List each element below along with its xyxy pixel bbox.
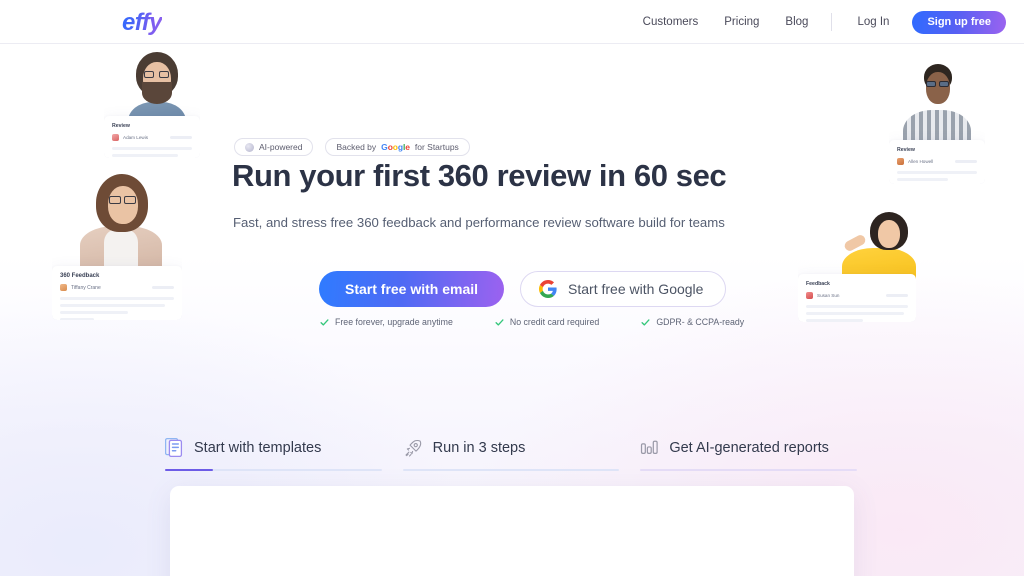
review-card-body-adam: Review Adam Lewis [104,116,200,158]
floating-card-feedback-tiffany: 360 Feedback Tiffany Crane [52,172,182,320]
landing-page: effy Customers Pricing Blog Log In Sign … [0,0,1024,576]
tab-start-with-templates[interactable]: Start with templates [165,437,382,471]
review-card-body-allen: Review Allen Howell [889,140,985,184]
avatar [806,292,813,299]
google-letter-e: e [405,142,410,152]
check-icon [495,318,504,326]
avatar [112,134,119,141]
check-label: No credit card required [509,317,600,327]
card-text-placeholder [60,304,165,307]
badge-ai-label: AI-powered [259,142,303,152]
card-person-name: Susan Sun [817,293,840,298]
card-title: Feedback [806,281,830,287]
site-header: effy Customers Pricing Blog Log In Sign … [0,0,1024,44]
card-text-placeholder [112,147,192,150]
hero-badges: AI-powered Backed by Google for Startups [234,138,470,156]
badge-google-for-startups[interactable]: Backed by Google for Startups [325,138,470,156]
nav-link-blog[interactable]: Blog [772,16,821,28]
card-text-placeholder [60,311,129,314]
feedback-card-body-susan: Feedback Susan Sun [798,274,916,322]
tab-label: Run in 3 steps [432,439,526,456]
card-meta-placeholder [152,286,174,289]
check-icon [320,318,329,326]
check-label: Free forever, upgrade anytime [335,317,453,327]
start-free-with-email-button[interactable]: Start free with email [319,271,505,307]
bar-chart-icon [641,440,659,455]
ai-sparkle-icon [245,142,254,152]
card-text-placeholder [897,171,977,174]
card-text-placeholder [60,297,174,300]
floating-card-review-allen: Review Allen Howell [889,62,985,184]
card-meta-placeholder [886,294,908,297]
card-person-name: Allen Howell [908,159,934,164]
card-title: 360 Feedback [60,273,100,279]
check-item-free-forever: Free forever, upgrade anytime [320,317,453,327]
login-link[interactable]: Log In [844,16,902,28]
avatar [60,284,67,291]
nav-divider [831,13,833,31]
card-person-row: Susan Sun [806,292,908,299]
check-item-gdpr-ccpa: GDPR- & CCPA-ready [641,317,744,327]
tab-progress-track [402,469,620,471]
card-meta-placeholder [955,160,977,163]
card-text-placeholder [806,312,904,315]
page-subtitle: Fast, and stress free 360 feedback and p… [233,215,725,230]
floating-card-feedback-susan: Feedback Susan Sun [798,212,916,322]
signup-free-button[interactable]: Sign up free [912,10,1006,34]
tab-get-ai-generated-reports[interactable]: Get AI-generated reports [640,437,858,471]
card-text-placeholder [806,305,908,308]
card-text-placeholder [897,178,949,181]
floating-card-review-adam: Review Adam Lewis [104,50,200,158]
tab-label: Start with templates [194,439,322,456]
check-item-no-credit-card: No credit card required [495,317,599,327]
main-navigation: Customers Pricing Blog Log In Sign up fr… [630,0,1006,44]
tab-progress-fill [165,469,213,471]
rocket-icon [405,439,421,457]
person-photo-woman-glasses [78,172,164,268]
avatar [897,158,904,165]
card-person-name: Tiffany Crane [71,284,101,291]
card-person-row: Allen Howell [897,158,977,165]
card-title: Review [112,123,130,129]
badge-google-prefix: Backed by [336,142,377,152]
nav-link-customers[interactable]: Customers [630,16,712,28]
nav-link-pricing[interactable]: Pricing [711,16,772,28]
feature-check-row: Free forever, upgrade anytime No credit … [320,317,744,327]
badge-google-suffix: for Startups [414,142,459,152]
google-wordmark: Google [381,142,410,152]
card-person-name: Adam Lewis [123,135,149,140]
tab-progress-track [640,469,858,471]
card-meta-placeholder [170,136,192,139]
card-person-row: Adam Lewis [112,134,192,141]
brand-logo[interactable]: effy [122,9,162,37]
templates-document-icon [165,437,183,458]
tab-run-in-3-steps[interactable]: Run in 3 steps [402,437,620,471]
google-g-icon [539,280,557,298]
card-text-placeholder [806,319,864,322]
cta-button-row: Start free with email Start free with Go… [319,271,727,307]
page-title: Run your first 360 review in 60 sec [232,158,727,193]
start-free-with-google-button[interactable]: Start free with Google [520,271,727,307]
card-text-placeholder [112,154,178,157]
card-title: Review [897,147,915,153]
card-text-placeholder [60,318,95,320]
card-person-row: Tiffany Crane [60,284,174,291]
google-button-label: Start free with Google [568,281,704,297]
tab-content-panel [170,486,854,576]
feedback-card-body-tiffany: 360 Feedback Tiffany Crane [52,266,182,320]
check-label: GDPR- & CCPA-ready [656,317,745,327]
check-icon [641,318,650,326]
feature-tabs: Start with templates Run in 3 steps Get … [165,437,858,471]
tab-label: Get AI-generated reports [669,439,829,456]
badge-ai-powered[interactable]: AI-powered [234,138,314,156]
